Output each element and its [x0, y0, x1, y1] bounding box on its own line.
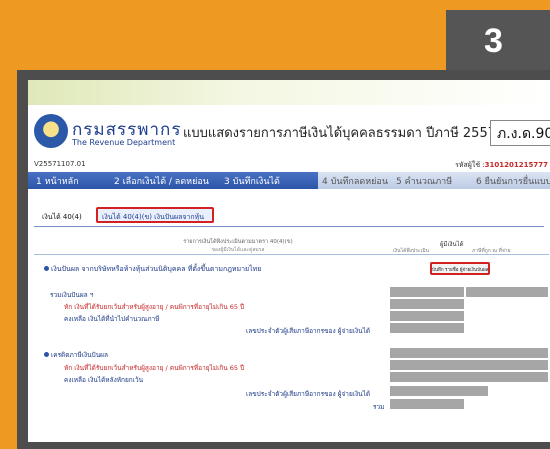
total-dividend-income-field[interactable] — [390, 287, 464, 297]
credit-remaining-label: คงเหลือ เงินได้หลังหักยกเว้น — [64, 376, 144, 384]
tab-income-40-4[interactable]: เงินได้ 40(4) — [42, 212, 82, 223]
user-tax-id: รหัสผู้ใช้ :3101201215777 — [455, 160, 548, 171]
form-code: ภ.ง.ด.90/ — [490, 120, 550, 146]
tab-divider — [34, 226, 544, 227]
revenue-seal-icon — [34, 114, 68, 148]
step-navigation: 1 หน้าหลัก 2 เลือกเงินได้ / ลดหย่อน 3 บั… — [28, 172, 550, 189]
step-number: 3 — [484, 22, 503, 60]
exempt-elderly-label: หัก เงินที่ได้รับยกเว้นสำหรับผู้สูงอายุ … — [64, 303, 245, 311]
total-dividend-label: รวมเงินปันผล ฯ — [50, 291, 94, 299]
credit-payer-tax-id-field[interactable] — [390, 386, 488, 396]
remaining-taxable-field[interactable] — [390, 311, 464, 321]
payer-tax-id-label: เลขประจำตัวผู้เสียภาษีอากรของ ผู้จ่ายเงิ… — [246, 327, 371, 335]
credit-exempt-field[interactable] — [390, 360, 548, 370]
column-header-taxpayer: ผู้มีเงินได้ — [440, 241, 464, 248]
nav-step-calculate[interactable]: 5 คำนวณภาษี — [396, 174, 452, 188]
column-header-title: รายการเงินได้พึงประเมินตามมาตรา 40(4)(ข) — [183, 239, 293, 245]
browser-window: กรมสรรพากร The Revenue Department แบบแสด… — [28, 80, 550, 442]
nav-step-confirm[interactable]: 6 ยืนยันการยื่นแบบ — [476, 174, 550, 188]
column-header-subtitle: ของผู้มีเงินได้และคู่สมรส — [211, 247, 265, 253]
credit-total-field[interactable] — [390, 399, 464, 409]
exempt-elderly-field[interactable] — [390, 299, 464, 309]
nav-step-select-income[interactable]: 2 เลือกเงินได้ / ลดหย่อน — [114, 174, 209, 188]
tax-credit-field[interactable] — [390, 348, 548, 358]
form-title: แบบแสดงรายการภาษีเงินได้บุคคลธรรมดา ปีภา… — [183, 126, 496, 141]
section-tax-credit-title: เครดิตภาษีเงินปันผล — [44, 350, 108, 360]
save-payer-list-button[interactable]: บันทึก รายชื่อ ผู้จ่ายเงินปันผล — [430, 262, 490, 275]
bullet-icon — [44, 352, 49, 357]
total-dividend-withheld-field[interactable] — [466, 287, 548, 297]
tax-id-value: 3101201215777 — [484, 161, 548, 169]
bullet-icon — [44, 266, 49, 271]
credit-payer-tax-id-label: เลขประจำตัวผู้เสียภาษีอากรของ ผู้จ่ายเงิ… — [246, 390, 371, 398]
section-dividend-title: เงินปันผล จากบริษัทหรือห้างหุ้นส่วนนิติบ… — [44, 264, 261, 275]
remaining-taxable-label: คงเหลือ เงินได้ที่นำไปคำนวณภาษี — [64, 315, 160, 323]
tab-dividend-income[interactable]: เงินได้ 40(4)(ข) เงินปันผลจากหุ้น — [96, 207, 214, 223]
credit-exempt-label: หัก เงินที่ได้รับยกเว้นสำหรับผู้สูงอายุ … — [64, 364, 245, 372]
tax-id-label: รหัสผู้ใช้ : — [455, 161, 485, 169]
department-name-en: The Revenue Department — [72, 138, 176, 147]
credit-remaining-field[interactable] — [390, 372, 548, 382]
payer-tax-id-field[interactable] — [390, 323, 464, 333]
nav-step-record-income[interactable]: 3 บันทึกเงินได้ — [224, 174, 280, 188]
nav-step-deductions[interactable]: 4 บันทึกลดหย่อน — [322, 174, 388, 188]
credit-total-label: รวม — [373, 403, 385, 411]
reference-number: V25571107.01 — [34, 160, 86, 168]
top-banner — [28, 80, 550, 105]
nav-step-home[interactable]: 1 หน้าหลัก — [36, 174, 79, 188]
header-divider — [34, 254, 549, 255]
